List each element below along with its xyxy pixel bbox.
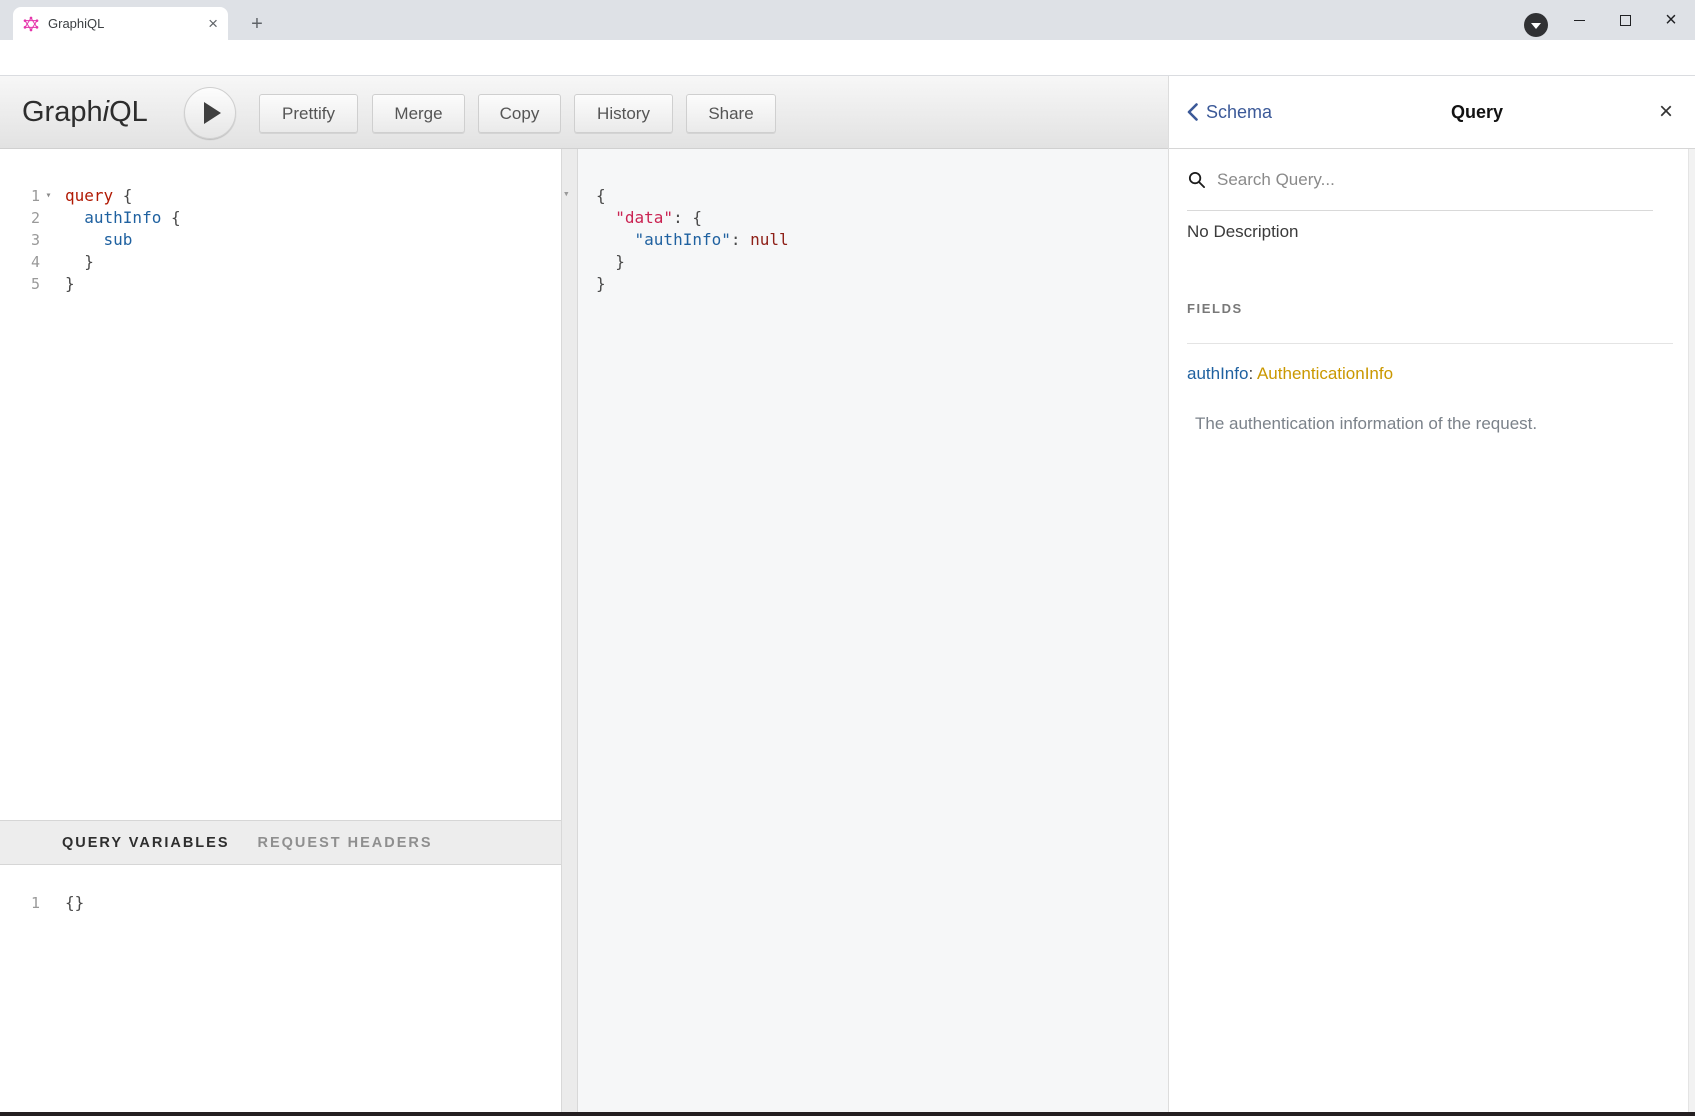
search-icon — [1187, 170, 1206, 189]
logo-part1: Graph — [22, 96, 103, 128]
fold-marker-icon — [40, 892, 57, 914]
variables-tab-bar: QUERY VARIABLES REQUEST HEADERS — [0, 820, 561, 865]
code-line: 4 } — [0, 251, 561, 273]
share-button[interactable]: Share — [686, 94, 776, 133]
graphiql-logo: GraphiQL — [22, 96, 148, 129]
doc-explorer: Schema Query × No Description FIELDS aut… — [1168, 76, 1695, 1112]
code-line: 3 sub — [0, 229, 561, 251]
line-number: 3 — [0, 229, 40, 251]
maximize-icon — [1620, 15, 1631, 26]
graphql-favicon-icon — [23, 16, 39, 32]
variables-editor[interactable]: 1{} — [0, 865, 561, 1112]
code-line: 2 authInfo { — [0, 207, 561, 229]
field-auth-info: authInfo: AuthenticationInfo — [1187, 364, 1393, 384]
pane-divider[interactable] — [561, 149, 578, 1112]
code-line: { — [588, 185, 1168, 207]
history-button[interactable]: History — [574, 94, 673, 133]
tab-query-variables[interactable]: QUERY VARIABLES — [62, 835, 230, 851]
doc-search-input[interactable] — [1217, 170, 1597, 190]
fold-marker-icon[interactable]: ▾ — [40, 185, 57, 207]
logo-part3: QL — [109, 96, 148, 128]
query-editor[interactable]: 1▾query {2 authInfo {3 sub4 }5} — [0, 149, 561, 820]
type-description: No Description — [1187, 222, 1299, 242]
execute-query-button[interactable] — [184, 87, 236, 139]
play-icon — [204, 102, 221, 124]
line-number: 5 — [0, 273, 40, 295]
fold-marker-icon — [40, 251, 57, 273]
window-bottom-edge — [0, 1112, 1695, 1116]
doc-close-button[interactable]: × — [1637, 98, 1695, 126]
fields-heading: FIELDS — [1187, 301, 1243, 316]
chevron-left-icon — [1187, 103, 1198, 121]
new-tab-button[interactable]: + — [243, 10, 271, 38]
field-name-link[interactable]: authInfo — [1187, 364, 1248, 383]
code-line: 1▾query { — [0, 185, 561, 207]
fold-marker-icon — [40, 229, 57, 251]
code-line: "data": { — [588, 207, 1168, 229]
merge-button[interactable]: Merge — [372, 94, 465, 133]
doc-back-link[interactable]: Schema — [1187, 102, 1317, 123]
prettify-button[interactable]: Prettify — [259, 94, 358, 133]
field-description: The authentication information of the re… — [1195, 414, 1537, 434]
doc-explorer-header: Schema Query × — [1169, 76, 1695, 149]
fields-divider — [1187, 343, 1673, 344]
caret-down-icon — [1531, 23, 1541, 29]
fold-marker-icon — [40, 273, 57, 295]
line-number: 1 — [0, 185, 40, 207]
copy-button[interactable]: Copy — [478, 94, 561, 133]
tab-title: GraphiQL — [48, 16, 208, 31]
tab-request-headers[interactable]: REQUEST HEADERS — [258, 835, 433, 851]
response-fold-icon[interactable]: ▾ — [563, 187, 570, 200]
doc-search-row — [1187, 149, 1653, 211]
field-type-link[interactable]: AuthenticationInfo — [1257, 364, 1393, 383]
line-number: 4 — [0, 251, 40, 273]
tab-close-icon[interactable]: × — [208, 15, 218, 32]
close-icon: × — [1665, 10, 1677, 30]
browser-toolbar: localhost:3000/graphql ☆ UO P Tp — [0, 40, 1695, 76]
code-line: "authInfo": null — [588, 229, 1168, 251]
doc-scrollbar[interactable] — [1688, 149, 1695, 1112]
field-separator: : — [1248, 364, 1257, 383]
code-line: 1{} — [0, 892, 561, 914]
doc-back-label: Schema — [1206, 102, 1272, 123]
browser-tab-strip: GraphiQL × + × — [0, 0, 1695, 40]
code-line: } — [588, 251, 1168, 273]
window-close-button[interactable]: × — [1649, 0, 1693, 40]
fold-marker-icon — [40, 207, 57, 229]
line-number: 1 — [0, 892, 40, 914]
line-number: 2 — [0, 207, 40, 229]
minimize-icon — [1574, 20, 1585, 21]
code-line: } — [588, 273, 1168, 295]
doc-title: Query — [1317, 102, 1637, 123]
browser-tab[interactable]: GraphiQL × — [13, 7, 228, 40]
chrome-status-caret-icon[interactable] — [1524, 13, 1548, 37]
window-maximize-button[interactable] — [1603, 0, 1647, 40]
window-minimize-button[interactable] — [1557, 0, 1601, 40]
response-viewer: { "data": { "authInfo": null }} — [578, 149, 1168, 1112]
code-line: 5} — [0, 273, 561, 295]
